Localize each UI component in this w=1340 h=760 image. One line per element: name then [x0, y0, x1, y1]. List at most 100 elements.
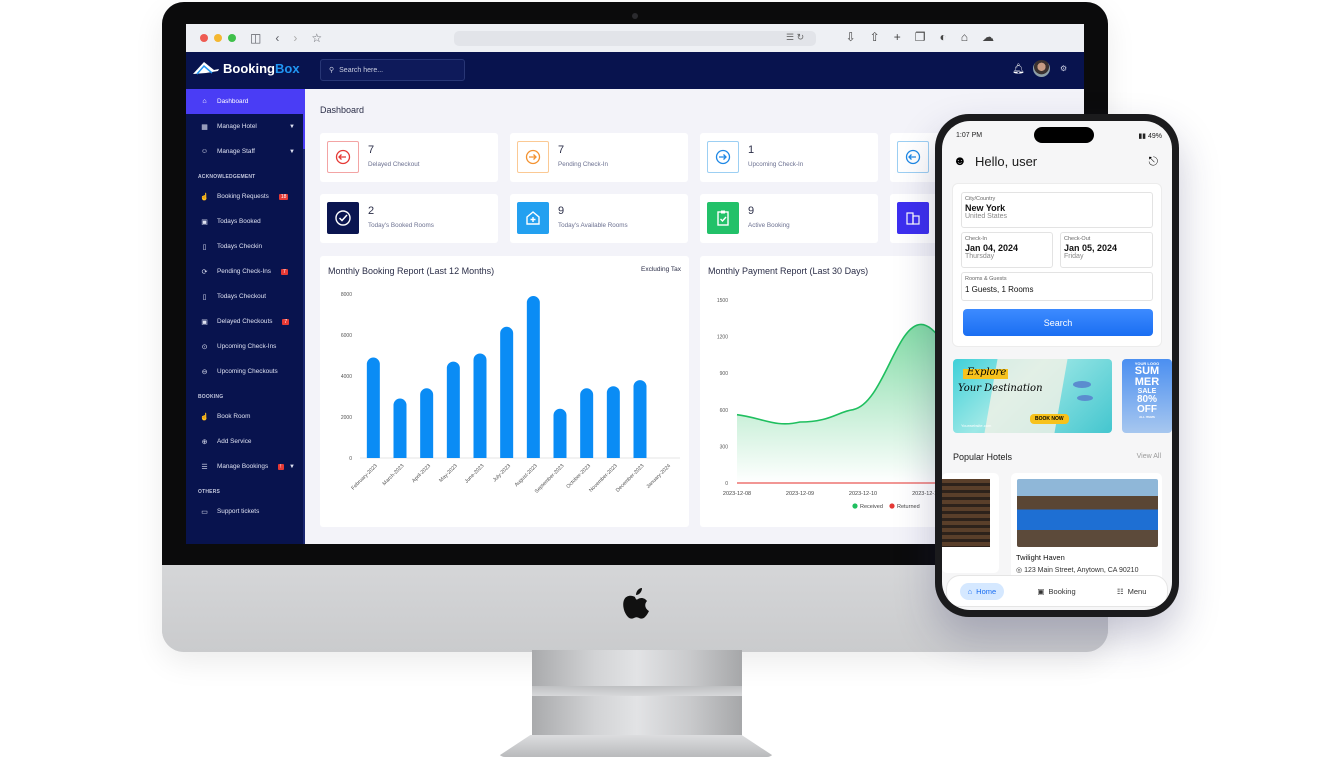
sidebar-item-delayed-checkouts[interactable]: ▣ Delayed Checkouts 7 — [186, 309, 303, 334]
sidebar-item-label: Book Room — [217, 413, 251, 420]
sidebar-item-upcoming-check-ins[interactable]: ⊙ Upcoming Check-Ins — [186, 334, 303, 359]
search-input[interactable]: ⚲ Search here... — [320, 59, 465, 81]
x-tick-label: August-2023 — [514, 463, 539, 488]
promo-banner-summer-sale[interactable]: YOUR LOGO SUM MER SALE 80% OFF ALL ITEMS — [1122, 359, 1172, 433]
stat-value: 1 — [748, 144, 755, 156]
stat-card-upcoming-check-in[interactable]: 1 Upcoming Check-In — [700, 133, 878, 182]
stat-card-pending-check-in[interactable]: 7 Pending Check-In — [510, 133, 688, 182]
promo-banner-explore[interactable]: Explore Your Destination BOOK NOW Yourwe… — [953, 359, 1112, 433]
x-tick-label: April-2023 — [411, 463, 432, 484]
check-out-field[interactable]: Check-Out Jan 05, 2024 Friday — [1060, 232, 1153, 268]
notification-bell-icon[interactable]: ⎋ — [1149, 154, 1159, 169]
stat-card-todays-available-rooms[interactable]: 9 Today's Available Rooms — [510, 194, 688, 243]
hotel-card[interactable]: Twilight Haven ◎ 123 Main Street, Anytow… — [1011, 473, 1162, 583]
field-label: City/Country — [965, 196, 996, 202]
sidebar-item-add-service[interactable]: ⊕ Add Service — [186, 429, 303, 454]
count-badge: 18 — [278, 193, 289, 200]
banner-text: MER — [1134, 376, 1160, 388]
banner-text: OFF — [1137, 404, 1157, 415]
banner-website: Yourwebsite.com — [961, 423, 992, 428]
logo-accent: Box — [275, 60, 300, 76]
user-profile-icon[interactable]: ☻ — [953, 153, 967, 168]
monitor-foot — [497, 735, 775, 757]
browser-toolbar: ◫ ‹ › ☆ ☰ ↻ ⇩ ⇧ + ❐ ◐ ⌂ ☁ — [186, 24, 1084, 52]
spinner-icon: ⟳ — [201, 268, 208, 276]
logo[interactable]: BookingBox — [192, 60, 300, 76]
chevron-down-icon: ▼ — [289, 148, 295, 155]
download-icon[interactable]: ⇩ — [846, 30, 856, 44]
sidebar-toggle-icon[interactable]: ◫ — [250, 31, 261, 45]
bar-chart: 0 2000 4000 6000 8000 February-2023 March-2023… — [341, 292, 680, 495]
bookmark-star-icon[interactable]: ☆ — [311, 31, 322, 45]
sidebar-item-manage-hotel[interactable]: ▦ Manage Hotel ▼ — [186, 114, 303, 139]
app-header: BookingBox ⚲ Search here... 🔔︎ ⚙ — [186, 52, 1084, 89]
banner-text: ALL ITEMS — [1139, 415, 1155, 419]
share-icon[interactable]: ⇧ — [870, 30, 880, 44]
enter-icon — [517, 141, 549, 173]
cloud-icon[interactable]: ☁ — [982, 30, 994, 44]
banner-text: Explore — [967, 367, 1007, 378]
battery-percent: 49 — [1147, 133, 1156, 140]
close-window-button[interactable] — [200, 34, 208, 42]
x-tick-label: July-2023 — [492, 463, 512, 483]
search-button[interactable]: Search — [963, 309, 1153, 336]
sidebar-item-todays-checkout[interactable]: ▯ Todays Checkout — [186, 284, 303, 309]
bar — [500, 326, 514, 458]
sidebar-item-label: Todays Checkout — [217, 293, 267, 300]
view-all-link[interactable]: View All — [1137, 453, 1161, 460]
hotel-card-partial[interactable] — [942, 473, 999, 573]
tab-home[interactable]: ⌂ Home — [959, 582, 1005, 600]
y-tick-label: 1500 — [717, 298, 728, 304]
calendar-icon: ▣ — [1037, 586, 1045, 596]
stat-card-todays-booked-rooms[interactable]: 2 Today's Booked Rooms — [320, 194, 498, 243]
forward-icon[interactable]: › — [293, 31, 297, 45]
sidebar-item-todays-checkin[interactable]: ▯ Todays Checkin — [186, 234, 303, 259]
minimize-window-button[interactable] — [214, 34, 222, 42]
chevron-down-icon: ▼ — [289, 123, 295, 130]
sidebar-item-manage-staff[interactable]: ☺ Manage Staff ▼ — [186, 139, 303, 164]
staff-icon: ☺ — [200, 148, 209, 155]
enter-icon — [707, 141, 739, 173]
tab-label: Booking — [1048, 586, 1076, 596]
search-icon: ⚲ — [329, 67, 335, 74]
sidebar-item-booking-requests[interactable]: ☝ Booking Requests 18 — [186, 184, 303, 209]
bar — [473, 353, 487, 458]
sidebar-item-pending-check-ins[interactable]: ⟳ Pending Check-Ins 7 — [186, 259, 303, 284]
settings-gear-icon[interactable]: ⚙ — [1060, 64, 1067, 73]
legend-marker-received — [852, 503, 858, 509]
tab-menu[interactable]: ☷ Menu — [1109, 583, 1155, 600]
sidebar-item-label: Manage Bookings — [217, 463, 269, 470]
reload-icon[interactable]: ☰ ↻ — [786, 32, 804, 43]
sidebar-item-support-tickets[interactable]: ▭ Support tickets — [186, 499, 303, 524]
check-in-field[interactable]: Check-In Jan 04, 2024 Thursday — [961, 232, 1053, 268]
stat-card-delayed-checkout[interactable]: 7 Delayed Checkout — [320, 133, 498, 182]
sidebar-item-dashboard[interactable]: ⌂ Dashboard — [186, 89, 303, 114]
maximize-window-button[interactable] — [228, 34, 236, 42]
rooms-guests-field[interactable]: Rooms & Guests 1 Guests, 1 Rooms — [961, 272, 1153, 301]
location-field[interactable]: City/Country New York United States — [961, 192, 1153, 228]
user-avatar[interactable] — [1033, 60, 1050, 77]
stat-label: Today's Available Rooms — [558, 222, 628, 229]
notification-bell-icon[interactable]: 🔔︎ — [1012, 64, 1025, 75]
sidebar-item-upcoming-checkouts[interactable]: ⊖ Upcoming Checkouts — [186, 359, 303, 384]
stat-label: Pending Check-In — [558, 161, 609, 168]
sidebar-item-todays-booked[interactable]: ▣ Todays Booked — [186, 209, 303, 234]
book-now-button[interactable]: BOOK NOW — [1030, 414, 1069, 424]
home-icon: ⌂ — [202, 98, 207, 105]
y-tick-label: 0 — [725, 481, 728, 487]
back-icon[interactable]: ‹ — [275, 31, 279, 45]
sidebar-item-label: Manage Staff — [217, 148, 255, 155]
address-bar[interactable] — [454, 31, 816, 46]
home-icon[interactable]: ⌂ — [961, 30, 968, 44]
y-tick-label: 1200 — [717, 335, 728, 341]
sidebar-item-manage-bookings[interactable]: ☰ Manage Bookings! ▼ — [186, 454, 303, 479]
stat-label: Delayed Checkout — [368, 161, 420, 168]
tabs-icon[interactable]: ❐ — [915, 30, 926, 44]
y-tick-label: 6000 — [341, 333, 352, 339]
sidebar-item-book-room[interactable]: ☝ Book Room — [186, 404, 303, 429]
sidebar-item-label: Manage Hotel — [217, 123, 257, 130]
stat-card-active-booking[interactable]: 9 Active Booking — [700, 194, 878, 243]
new-tab-icon[interactable]: + — [894, 30, 901, 44]
tab-booking[interactable]: ▣ Booking — [1029, 583, 1083, 600]
privacy-icon[interactable]: ◐ — [940, 30, 947, 44]
